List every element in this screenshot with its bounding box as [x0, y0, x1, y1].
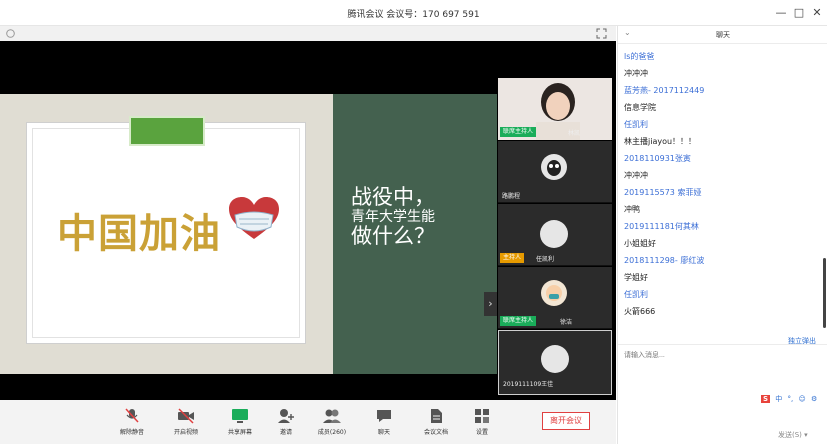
- participant-badge: 主持人: [500, 253, 525, 263]
- unmute-button[interactable]: 解除静音: [110, 408, 154, 436]
- chat-header: ⌄ 聊天: [618, 26, 827, 44]
- participant-tile[interactable]: 联席主持人 林凯: [498, 78, 612, 140]
- slide-left-panel: 中国加油: [0, 94, 333, 374]
- meeting-toolbar: 解除静音 开启视频 共享屏幕 邀请 成员(260) 聊天 会议文档 设置 离开会…: [0, 400, 616, 444]
- start-video-button[interactable]: 开启视频: [164, 408, 208, 436]
- participant-badge: 联席主持人: [500, 127, 537, 137]
- slide-question: 战役中， 青年大学生能 做什么？: [351, 186, 435, 248]
- participant-badge: 联席主持人: [500, 316, 537, 326]
- chat-text: 学姐好: [624, 273, 648, 282]
- leave-meeting-button[interactable]: 离开会议: [542, 412, 590, 430]
- chat-text: 林主播jiayou！！！: [624, 137, 697, 146]
- members-button[interactable]: 成员(260): [310, 408, 354, 436]
- fullscreen-icon[interactable]: [596, 28, 607, 39]
- slide-line-3: 做什么？: [351, 224, 435, 248]
- members-icon: [323, 409, 341, 423]
- slide-card: 中国加油: [26, 116, 306, 344]
- chat-button[interactable]: 聊天: [362, 408, 406, 436]
- screen-share-icon: [232, 409, 248, 423]
- send-button[interactable]: 发送(S) ▾: [778, 430, 808, 440]
- chat-panel: ⌄ 聊天 ls的爸爸 冲冲冲 蓝芳燕- 2017112449 信息学院 任凯利 …: [617, 26, 827, 444]
- chat-sender: 2019111181何其林: [624, 222, 699, 231]
- avatar: [541, 345, 569, 373]
- add-user-icon: [278, 409, 294, 423]
- participant-name: 2019111109王佳: [503, 381, 554, 388]
- punctuation-icon[interactable]: °,: [788, 395, 794, 403]
- invite-button[interactable]: 邀请: [264, 408, 308, 436]
- maximize-button[interactable]: □: [791, 5, 807, 21]
- settings-grid-icon: [475, 409, 489, 423]
- meeting-docs-button[interactable]: 会议文档: [414, 408, 458, 436]
- share-screen-button[interactable]: 共享屏幕: [218, 408, 262, 436]
- chat-message: 2018111298- 廖红波 学姐好: [624, 252, 814, 286]
- chat-sender: 2018110931张寅: [624, 154, 691, 163]
- slide-line-1: 战役中，: [351, 185, 435, 209]
- shared-slide: 中国加油 战役中， 青年大学生能 做什么？ ›: [0, 94, 497, 374]
- chat-sender: ls的爸爸: [624, 52, 655, 61]
- chat-sender: 2018111298- 廖红波: [624, 256, 705, 265]
- chat-message: 蓝芳燕- 2017112449 信息学院: [624, 82, 814, 116]
- participant-name: 任凯利: [536, 256, 555, 263]
- meeting-window: 腾讯会议 会议号：170 697 591 — □ ✕ 中国加油 战役中， 青年大…: [0, 0, 827, 444]
- chat-sender: 任凯利: [624, 120, 648, 129]
- camera-off-icon: [178, 408, 194, 424]
- chat-sender: 任凯利: [624, 290, 648, 299]
- chat-text: 冲鸭: [624, 205, 640, 214]
- participant-list: 联席主持人 林凯 路鹏程 主持人 任凯利 联席主持人 徐洁 2019111109…: [498, 78, 612, 415]
- ime-mode[interactable]: 中: [775, 394, 782, 404]
- participant-tile[interactable]: 路鹏程: [498, 141, 612, 203]
- slogan-text: 中国加油: [57, 210, 221, 257]
- video-area: 中国加油 战役中， 青年大学生能 做什么？ › 联席主持人 林凯 路鹏程 主持人…: [0, 26, 616, 400]
- chat-scrollbar[interactable]: [823, 258, 826, 328]
- window-title: 腾讯会议 会议号：170 697 591: [347, 10, 480, 20]
- chat-text: 冲冲冲: [624, 69, 648, 78]
- participant-name: 徐洁: [560, 319, 573, 326]
- participant-tile[interactable]: 联席主持人 徐洁: [498, 267, 612, 329]
- title-bar: 腾讯会议 会议号：170 697 591 — □ ✕: [0, 0, 827, 26]
- avatar: [541, 154, 567, 180]
- info-icon[interactable]: [6, 29, 15, 38]
- participant-name: 林凯: [568, 130, 581, 137]
- chat-text: 火箭666: [624, 307, 656, 316]
- document-icon: [431, 409, 442, 423]
- participant-tile[interactable]: 主持人 任凯利: [498, 204, 612, 266]
- slide-right-panel: 战役中， 青年大学生能 做什么？: [333, 94, 497, 374]
- chat-message: 任凯利 火箭666: [624, 286, 814, 320]
- participant-tile[interactable]: 2019111109王佳: [498, 330, 612, 395]
- chat-message-list: ls的爸爸 冲冲冲 蓝芳燕- 2017112449 信息学院 任凯利 林主播ji…: [624, 48, 814, 320]
- minimize-button[interactable]: —: [773, 5, 789, 21]
- chat-message: 2019111181何其林 小姐姐好: [624, 218, 814, 252]
- settings-button[interactable]: 设置: [460, 408, 504, 436]
- chat-sender: 蓝芳燕- 2017112449: [624, 86, 705, 95]
- avatar: [541, 280, 567, 306]
- ime-settings-icon[interactable]: ⚙: [811, 395, 817, 403]
- chat-icon: [377, 410, 391, 422]
- sogou-icon[interactable]: S: [761, 395, 771, 403]
- chat-message: 任凯利 林主播jiayou！！！: [624, 116, 814, 150]
- chat-title: 聊天: [716, 31, 730, 39]
- heart-mask-icon: [229, 197, 279, 239]
- video-top-strip: [0, 26, 616, 41]
- chat-message: ls的爸爸 冲冲冲: [624, 48, 814, 82]
- close-button[interactable]: ✕: [809, 5, 825, 21]
- participant-name: 路鹏程: [502, 193, 521, 200]
- green-tab: [129, 116, 205, 146]
- avatar: [540, 220, 568, 248]
- chat-message: 2019115573 索菲娅 冲鸭: [624, 184, 814, 218]
- chat-sender: 2019115573 索菲娅: [624, 188, 702, 197]
- chat-text: 冲冲冲: [624, 171, 648, 180]
- chat-text: 信息学院: [624, 103, 656, 112]
- microphone-off-icon: [125, 408, 139, 423]
- ime-toolbar: S 中 °, ☺ ⚙: [761, 394, 820, 408]
- chat-message: 2018110931张寅 冲冲冲: [624, 150, 814, 184]
- chat-text: 小姐姐好: [624, 239, 656, 248]
- slide-line-2: 青年大学生能: [351, 209, 435, 225]
- expand-participants-button[interactable]: ›: [484, 292, 497, 316]
- emoji-icon[interactable]: ☺: [798, 395, 805, 403]
- chat-input[interactable]: [624, 347, 819, 363]
